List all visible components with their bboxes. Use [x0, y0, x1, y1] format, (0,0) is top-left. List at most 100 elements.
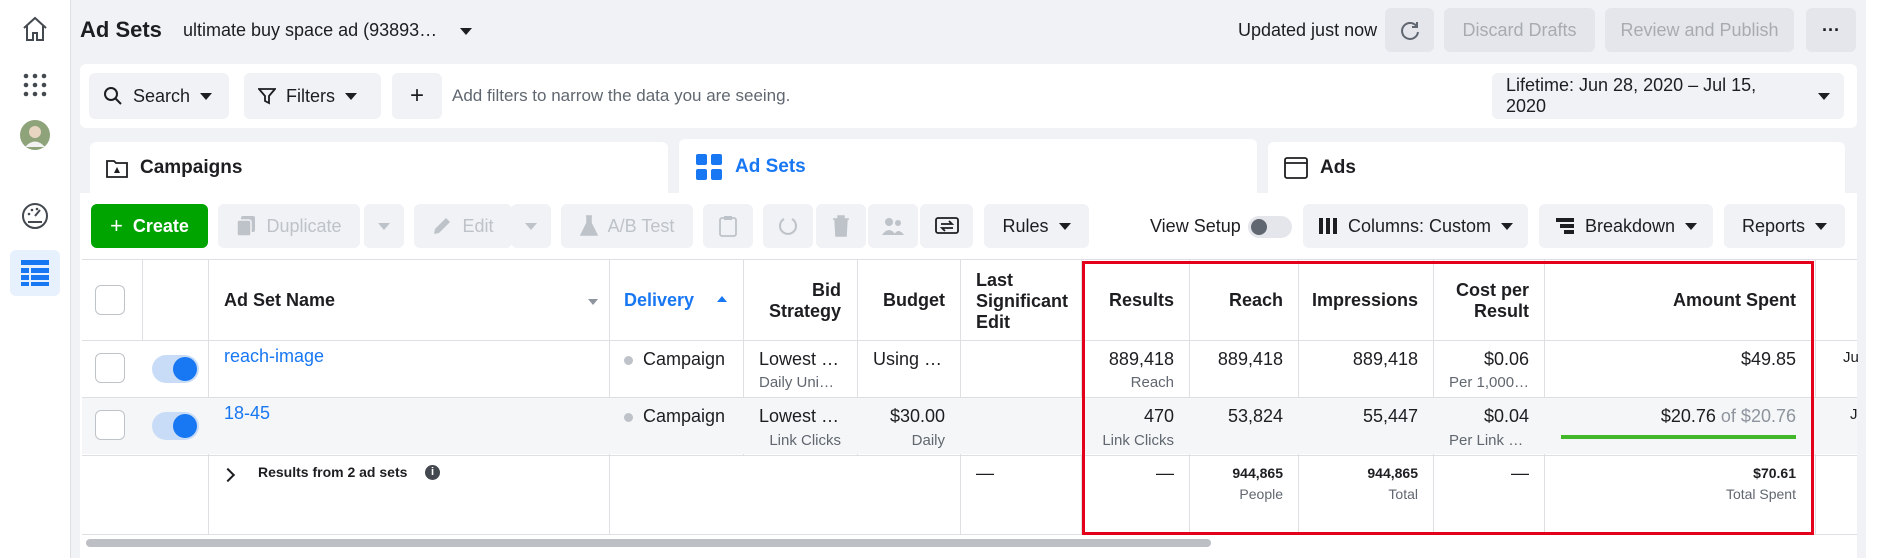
- col-header-bid-strategy[interactable]: Bid Strategy: [743, 280, 841, 322]
- review-publish-button[interactable]: Review and Publish: [1605, 8, 1794, 52]
- audience-button[interactable]: [868, 204, 918, 248]
- col-header-budget[interactable]: Budget: [857, 290, 945, 311]
- ab-test-button[interactable]: A/B Test: [561, 204, 693, 248]
- breakdown-icon: [1555, 218, 1574, 234]
- pencil-icon: [434, 218, 451, 234]
- columns-label: Columns: Custom: [1347, 215, 1492, 236]
- filters-button[interactable]: Filters: [244, 73, 381, 119]
- horizontal-scrollbar[interactable]: [86, 539, 1211, 547]
- caret-down-icon: [1818, 92, 1830, 100]
- refresh-button[interactable]: [1385, 8, 1434, 52]
- col-divider: [1815, 259, 1816, 535]
- delivery-status: Campaign: [624, 406, 725, 427]
- adset-name-link[interactable]: reach-image: [224, 346, 324, 367]
- filter-placeholder[interactable]: Add filters to narrow the data you are s…: [452, 86, 790, 106]
- create-label: Create: [132, 215, 189, 236]
- col-header-last-line1: Last: [976, 270, 1014, 290]
- account-selector[interactable]: ultimate buy space ad (93893…: [183, 20, 473, 41]
- apps-grid-icon[interactable]: [18, 68, 52, 102]
- truncated-cell: J: [1850, 406, 1858, 423]
- breakdown-label: Breakdown: [1584, 215, 1676, 236]
- avatar[interactable]: [18, 118, 52, 152]
- row-checkbox[interactable]: [95, 410, 125, 440]
- duplicate-dropdown[interactable]: [364, 204, 404, 248]
- share-arrows-icon: [934, 217, 959, 234]
- reports-button[interactable]: Reports: [1724, 204, 1845, 248]
- truncated-cell: Ju: [1843, 349, 1859, 366]
- trash-icon: [833, 215, 849, 237]
- rules-button[interactable]: Rules: [984, 204, 1089, 248]
- row-checkbox[interactable]: [95, 353, 125, 383]
- select-all-checkbox[interactable]: [95, 285, 125, 315]
- power-button[interactable]: [763, 204, 813, 248]
- plus-icon: +: [110, 213, 123, 238]
- filters-label: Filters: [286, 85, 335, 106]
- caret-down-icon: [345, 92, 357, 100]
- col-header-delivery[interactable]: Delivery: [624, 290, 694, 311]
- delete-button[interactable]: [816, 204, 866, 248]
- export-button[interactable]: [920, 204, 973, 248]
- filter-icon: [258, 88, 276, 105]
- tab-campaigns-label: Campaigns: [140, 157, 243, 178]
- tab-ads[interactable]: Ads: [1268, 142, 1845, 194]
- highlight-box: [1082, 261, 1814, 535]
- duplicate-icon: [236, 216, 256, 237]
- col-header-last-edit[interactable]: Last Significant Edit: [976, 270, 1068, 333]
- info-icon[interactable]: i: [425, 465, 440, 480]
- search-label: Search: [133, 85, 191, 106]
- col-header-last-line3: Edit: [976, 312, 1010, 332]
- col-divider: [142, 259, 143, 341]
- ad-sets-grid-icon: [696, 153, 722, 180]
- status-dot-icon: [624, 355, 633, 365]
- caret-down-icon: [460, 27, 473, 35]
- more-button[interactable]: ···: [1806, 8, 1856, 52]
- col-header-last-line2: Significant: [976, 291, 1069, 311]
- budget-sub: Daily: [911, 432, 945, 449]
- duplicate-button[interactable]: Duplicate: [218, 204, 360, 248]
- caret-down-icon: [525, 222, 537, 230]
- row-toggle[interactable]: [152, 355, 199, 383]
- caret-down-icon: [1501, 222, 1514, 230]
- date-range-picker[interactable]: Lifetime: Jun 28, 2020 – Jul 15, 2020: [1492, 73, 1844, 119]
- search-icon: [104, 87, 122, 105]
- bid-strategy-sub: Link Clicks: [769, 432, 841, 449]
- edit-dropdown[interactable]: [511, 204, 551, 248]
- date-range-label: Lifetime: Jun 28, 2020 – Jul 15, 2020: [1506, 75, 1757, 116]
- people-icon: [882, 218, 904, 235]
- tab-ad-sets[interactable]: Ad Sets: [679, 139, 1257, 194]
- tab-campaigns[interactable]: Campaigns: [90, 142, 668, 194]
- filter-bar: Search Filters + Add filters to narrow t…: [80, 64, 1857, 128]
- caret-down-icon: [378, 222, 390, 230]
- duplicate-label: Duplicate: [266, 215, 342, 236]
- summary-last-edit: —: [976, 463, 994, 483]
- breakdown-button[interactable]: Breakdown: [1539, 204, 1713, 248]
- clipboard-button[interactable]: [703, 204, 753, 248]
- flask-icon: [579, 215, 598, 236]
- create-button[interactable]: + Create: [91, 204, 208, 248]
- page-title: Ad Sets: [80, 17, 162, 42]
- delivery-label: Campaign: [643, 406, 726, 426]
- row-toggle[interactable]: [152, 412, 199, 440]
- account-name: ultimate buy space ad (93893…: [183, 20, 438, 40]
- add-filter-button[interactable]: +: [392, 73, 442, 119]
- col-header-bid-line1: Bid: [812, 280, 841, 300]
- col-divider: [960, 259, 961, 535]
- columns-button[interactable]: Columns: Custom: [1303, 204, 1528, 248]
- col-header-name[interactable]: Ad Set Name: [224, 290, 335, 311]
- view-setup-toggle[interactable]: [1248, 216, 1292, 238]
- bid-strategy-sub: Daily Uni…: [759, 374, 835, 391]
- col-header-bid-line2: Strategy: [768, 301, 841, 321]
- search-button[interactable]: Search: [89, 73, 229, 119]
- table-icon[interactable]: [10, 250, 60, 296]
- bid-strategy: Lowest …: [759, 406, 840, 426]
- budget-value: Using …: [873, 349, 943, 369]
- gauge-icon[interactable]: [18, 199, 52, 233]
- sort-caret-icon[interactable]: [588, 299, 598, 305]
- home-icon[interactable]: [18, 12, 52, 46]
- adset-name-link[interactable]: 18-45: [224, 403, 270, 424]
- col-divider: [609, 259, 610, 535]
- refresh-icon: [1400, 22, 1419, 40]
- edit-button[interactable]: Edit: [414, 204, 512, 248]
- sort-up-icon[interactable]: [717, 296, 727, 302]
- discard-drafts-button[interactable]: Discard Drafts: [1444, 8, 1595, 52]
